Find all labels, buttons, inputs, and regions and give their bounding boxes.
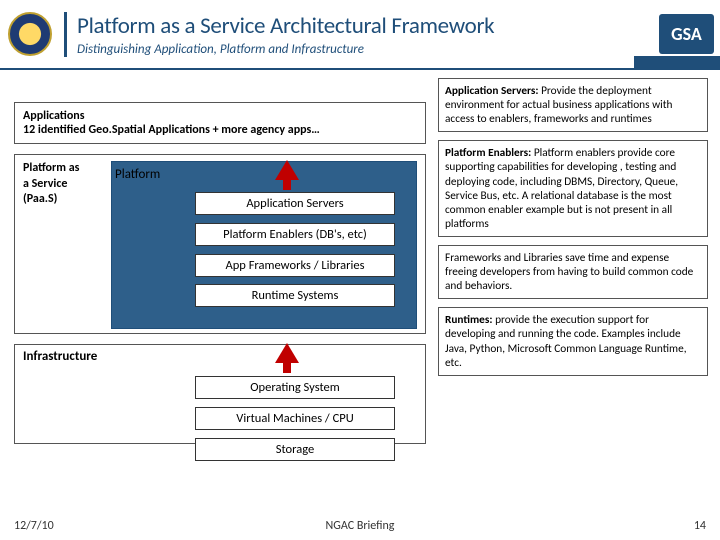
stack-vm-cpu: Virtual Machines / CPU [195,407,395,430]
footer-center: NGAC Briefing [0,519,720,533]
note-frameworks: Frameworks and Libraries save time and e… [438,245,708,299]
note-platform-enablers: Platform Enablers: Platform enablers pro… [438,140,708,237]
stack-app-frameworks: App Frameworks / Libraries [195,254,395,277]
platform-shade-label: Platform [115,167,215,182]
infrastructure-label: Infrastructure [23,349,97,364]
slide-footer: 12/7/10 NGAC Briefing 14 [0,512,720,540]
stack-platform-enablers: Platform Enablers (DB's, etc) [195,223,395,246]
arrow-up-icon [275,343,299,363]
note-app-servers: Application Servers: Provide the deploym… [438,78,708,132]
slide-title: Platform as a Service Architectural Fram… [77,12,720,40]
gsa-logo: GSA [659,14,714,54]
stack-app-servers: Application Servers [195,192,395,215]
stack-runtime-systems: Runtime Systems [195,284,395,307]
title-block: Platform as a Service Architectural Fram… [64,12,720,57]
applications-detail: 12 identified Geo.Spatial Applications +… [23,123,320,137]
arrow-up-icon [275,160,299,180]
slide-subtitle: Distinguishing Application, Platform and… [77,42,720,57]
header-stripe [634,56,720,70]
note-runtimes: Runtimes: provide the execution support … [438,307,708,375]
stack-operating-system: Operating System [195,376,395,399]
paas-label: Platform as a Service (Paa.S) [23,161,113,208]
applications-label: Applications [23,109,417,123]
agency-seal-icon [8,12,52,56]
applications-box: Applications 12 identified Geo.Spatial A… [14,102,426,144]
slide-header: Platform as a Service Architectural Fram… [0,0,720,70]
footer-page-number: 14 [694,519,706,533]
right-column: Application Servers: Provide the deploym… [438,78,708,384]
diagram-body: Applications 12 identified Geo.Spatial A… [0,78,720,498]
stack-storage: Storage [195,438,395,461]
